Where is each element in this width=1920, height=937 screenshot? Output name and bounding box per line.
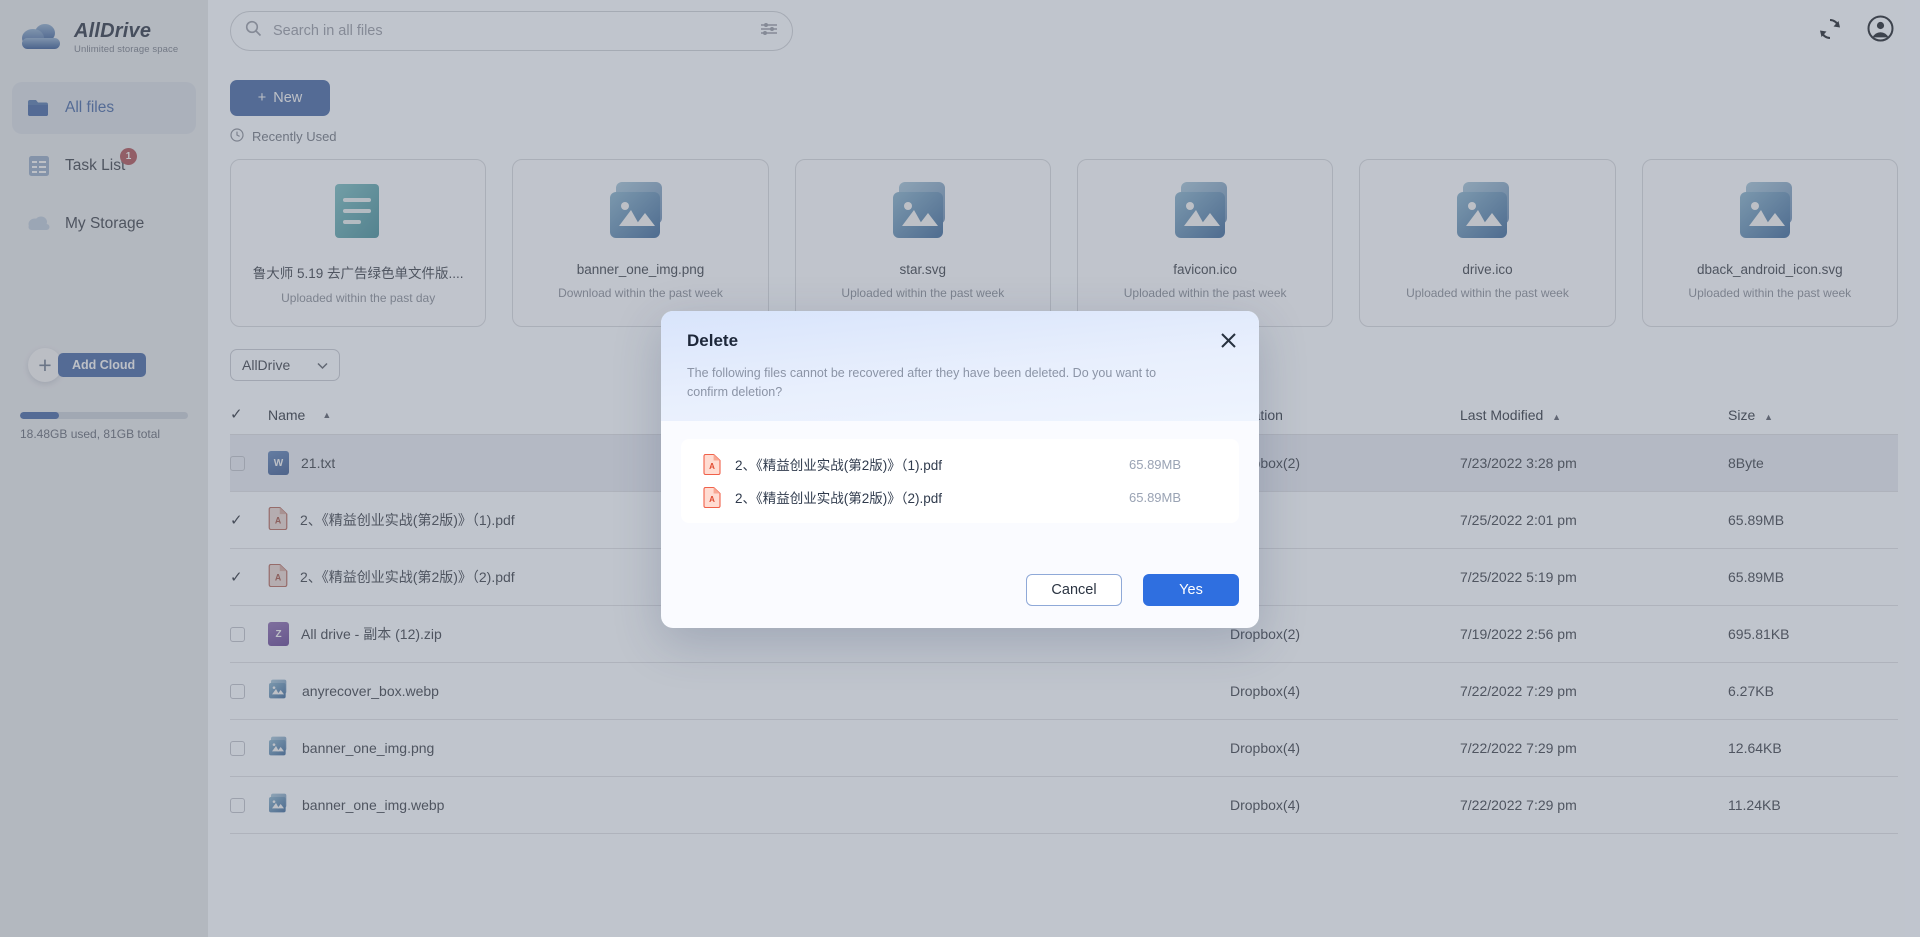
- cancel-button[interactable]: Cancel: [1026, 574, 1122, 606]
- delete-file-item: A 2、《精益创业实战(第2版)》（1).pdf 65.89MB: [681, 448, 1239, 481]
- pdf-file-icon: A: [703, 486, 721, 508]
- delete-file-size: 65.89MB: [1129, 456, 1182, 472]
- delete-dialog: Delete The following files cannot be rec…: [661, 311, 1259, 628]
- dialog-header: Delete The following files cannot be rec…: [661, 311, 1259, 421]
- pdf-file-icon: A: [703, 453, 721, 475]
- delete-file-name: 2、《精益创业实战(第2版)》（2).pdf: [735, 491, 943, 507]
- delete-file-name: 2、《精益创业实战(第2版)》（1).pdf: [735, 458, 943, 474]
- dialog-body: A 2、《精益创业实战(第2版)》（1).pdf 65.89MB A 2、《精益创业实战…: [661, 421, 1259, 523]
- svg-text:A: A: [709, 495, 715, 504]
- dialog-footer: Cancel Yes: [661, 574, 1259, 628]
- delete-file-item: A 2、《精益创业实战(第2版)》（2).pdf 65.89MB: [681, 481, 1239, 514]
- dialog-title: Delete: [687, 331, 739, 350]
- delete-file-size: 65.89MB: [1129, 489, 1182, 505]
- svg-text:A: A: [709, 462, 715, 471]
- delete-file-list: A 2、《精益创业实战(第2版)》（1).pdf 65.89MB A 2、《精益创业实战…: [681, 438, 1239, 523]
- close-icon[interactable]: [1217, 329, 1239, 351]
- dialog-description: The following files cannot be recovered …: [687, 366, 1157, 400]
- confirm-yes-button[interactable]: Yes: [1143, 574, 1239, 606]
